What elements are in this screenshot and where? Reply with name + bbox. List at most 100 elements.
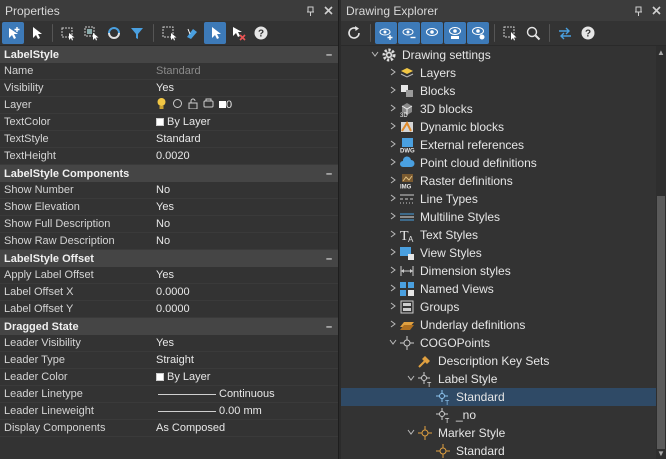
property-row[interactable]: Show Number No — [0, 182, 338, 199]
tree-node-raster[interactable]: IMG Raster definitions — [341, 172, 656, 190]
tree-node-layers[interactable]: Layers — [341, 64, 656, 82]
expand-chevron-icon[interactable] — [387, 230, 399, 241]
pin-icon[interactable] — [304, 4, 318, 18]
expand-chevron-icon[interactable] — [387, 176, 399, 187]
property-value[interactable]: By Layer — [152, 116, 338, 128]
expand-chevron-icon[interactable] — [387, 302, 399, 313]
collapse-icon[interactable]: – — [319, 253, 338, 265]
vertical-scrollbar[interactable]: ▲ ▼ — [656, 46, 666, 459]
property-row[interactable]: Label Offset Y 0.0000 — [0, 301, 338, 318]
property-value[interactable]: Yes — [152, 337, 338, 349]
expand-chevron-icon[interactable] — [387, 122, 399, 133]
close-icon[interactable] — [649, 4, 663, 18]
tree-node-label-style-item[interactable]: T Standard — [341, 388, 656, 406]
toggle-pickadd-icon[interactable] — [2, 22, 24, 44]
category-header[interactable]: LabelStyle Components – — [0, 165, 338, 182]
new-item-icon[interactable] — [375, 22, 397, 44]
property-value[interactable]: 0.00 mm — [152, 405, 338, 417]
view-details-icon[interactable] — [444, 22, 466, 44]
tree-node-external-references[interactable]: DWG External references — [341, 136, 656, 154]
property-value[interactable]: By Layer — [152, 371, 338, 383]
category-header[interactable]: Dragged State – — [0, 318, 338, 335]
expand-chevron-icon[interactable] — [387, 104, 399, 115]
tree-node-underlay[interactable]: Underlay definitions — [341, 316, 656, 334]
property-row[interactable]: Leader Linetype Continuous — [0, 386, 338, 403]
tree-node-blocks[interactable]: Blocks — [341, 82, 656, 100]
property-value[interactable]: Yes — [152, 201, 338, 213]
expand-chevron-icon[interactable] — [387, 68, 399, 79]
tree-node-marker-style[interactable]: Marker Style — [341, 424, 656, 442]
property-value[interactable]: Yes — [152, 269, 338, 281]
scroll-up-icon[interactable]: ▲ — [656, 46, 666, 58]
help-icon[interactable]: ? — [577, 22, 599, 44]
collapse-icon[interactable]: – — [319, 49, 338, 61]
category-header[interactable]: LabelStyle Offset – — [0, 250, 338, 267]
property-value[interactable]: Yes — [152, 82, 338, 94]
collapse-chevron-icon[interactable] — [387, 338, 399, 349]
property-value[interactable]: Standard — [152, 133, 338, 145]
tree-node-marker-style-item[interactable]: Standard — [341, 442, 656, 459]
close-icon[interactable] — [321, 4, 335, 18]
help-icon[interactable]: ? — [250, 22, 272, 44]
property-row[interactable]: Label Offset X 0.0000 — [0, 284, 338, 301]
property-row[interactable]: Visibility Yes — [0, 80, 338, 97]
scroll-down-icon[interactable]: ▼ — [656, 447, 666, 459]
expand-chevron-icon[interactable] — [387, 320, 399, 331]
tree-node-line-types[interactable]: Line Types — [341, 190, 656, 208]
tree-node-dynamic-blocks[interactable]: Dynamic blocks — [341, 118, 656, 136]
property-row[interactable]: Display Components As Composed — [0, 420, 338, 437]
property-row[interactable]: Apply Label Offset Yes — [0, 267, 338, 284]
zoom-select-icon[interactable] — [522, 22, 544, 44]
expand-chevron-icon[interactable] — [387, 284, 399, 295]
tree-node-label-style-item[interactable]: T _no — [341, 406, 656, 424]
property-value[interactable]: 0.0000 — [152, 286, 338, 298]
property-value[interactable]: 0.0000 — [152, 303, 338, 315]
tree-node-label-style[interactable]: T Label Style — [341, 370, 656, 388]
property-row[interactable]: TextHeight 0.0020 — [0, 148, 338, 165]
select-objects-icon[interactable] — [25, 22, 47, 44]
collapse-chevron-icon[interactable] — [369, 50, 381, 61]
property-row[interactable]: Show Elevation Yes — [0, 199, 338, 216]
property-value[interactable]: 0 — [152, 97, 338, 113]
refresh-icon[interactable] — [343, 22, 365, 44]
filter-icon[interactable] — [126, 22, 148, 44]
category-header[interactable]: LabelStyle – — [0, 46, 338, 63]
expand-chevron-icon[interactable] — [387, 212, 399, 223]
set-current-icon[interactable] — [421, 22, 443, 44]
property-row[interactable]: Show Raw Description No — [0, 233, 338, 250]
tree-node-dimension-styles[interactable]: Dimension styles — [341, 262, 656, 280]
property-row[interactable]: TextStyle Standard — [0, 131, 338, 148]
property-row[interactable]: Leader Type Straight — [0, 352, 338, 369]
property-row[interactable]: Layer 0 — [0, 97, 338, 114]
select-icon[interactable] — [103, 22, 125, 44]
tree-node-text-styles[interactable]: T A Text Styles — [341, 226, 656, 244]
tree-node-multiline-styles[interactable]: Multiline Styles — [341, 208, 656, 226]
expand-chevron-icon[interactable] — [387, 158, 399, 169]
collapse-chevron-icon[interactable] — [405, 374, 417, 385]
expand-chevron-icon[interactable] — [387, 140, 399, 151]
tree-node-named-views[interactable]: Named Views — [341, 280, 656, 298]
window-select-icon[interactable] — [158, 22, 180, 44]
collapse-icon[interactable]: – — [319, 168, 338, 180]
property-value[interactable]: No — [152, 218, 338, 230]
transfer-icon[interactable] — [554, 22, 576, 44]
property-row[interactable]: Leader Lineweight 0.00 mm — [0, 403, 338, 420]
tree-node-cogopoints[interactable]: COGOPoints — [341, 334, 656, 352]
property-value[interactable]: No — [152, 235, 338, 247]
pin-icon[interactable] — [632, 4, 646, 18]
tree-node-3d-blocks[interactable]: 3D 3D blocks — [341, 100, 656, 118]
tree-node-drawing-settings[interactable]: Drawing settings — [341, 46, 656, 64]
expand-chevron-icon[interactable] — [387, 266, 399, 277]
tree-node-groups[interactable]: Groups — [341, 298, 656, 316]
pick-tool-icon[interactable] — [181, 22, 203, 44]
property-row[interactable]: Leader Color By Layer — [0, 369, 338, 386]
property-value[interactable]: No — [152, 184, 338, 196]
deselect-icon[interactable] — [227, 22, 249, 44]
select-similar-icon[interactable] — [80, 22, 102, 44]
quick-select-icon[interactable] — [57, 22, 79, 44]
expand-chevron-icon[interactable] — [387, 86, 399, 97]
collapse-icon[interactable]: – — [319, 321, 338, 333]
property-value[interactable]: Straight — [152, 354, 338, 366]
expand-chevron-icon[interactable] — [387, 194, 399, 205]
scroll-thumb[interactable] — [657, 196, 665, 449]
